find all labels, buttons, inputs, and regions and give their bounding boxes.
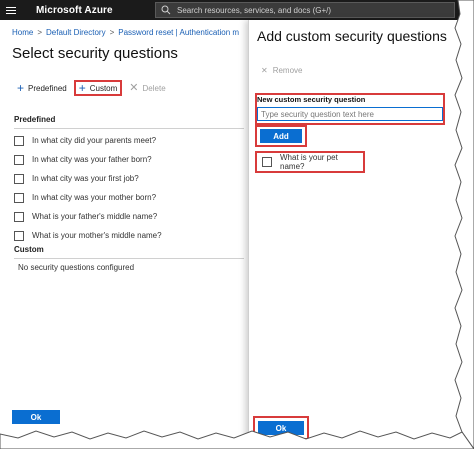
breadcrumb-separator-icon: > — [37, 28, 43, 37]
question-text: In what city was your father born? — [32, 155, 152, 164]
new-question-input[interactable] — [257, 107, 443, 121]
checkbox[interactable] — [14, 135, 24, 146]
question-text: What is your mother's middle name? — [32, 231, 162, 240]
close-icon: ✕ — [129, 81, 139, 94]
breadcrumb-password-reset[interactable]: Password reset | Authentication m — [118, 28, 239, 37]
add-button-highlight: Add — [255, 125, 307, 147]
custom-button[interactable]: + Custom — [73, 80, 123, 96]
checkbox[interactable] — [14, 154, 24, 165]
question-text: What is your father's middle name? — [32, 212, 158, 221]
delete-button-label: Delete — [142, 83, 166, 93]
plus-icon: + — [78, 81, 86, 95]
custom-button-label: Custom — [89, 83, 118, 93]
breadcrumb-default-directory[interactable]: Default Directory — [46, 28, 106, 37]
list-item[interactable]: In what city was your first job? — [14, 169, 244, 188]
question-text: In what city was your mother born? — [32, 193, 157, 202]
custom-heading: Custom — [14, 245, 244, 259]
custom-question-item[interactable]: What is your pet name? — [255, 151, 365, 173]
search-input[interactable]: Search resources, services, and docs (G+… — [155, 2, 455, 18]
page-title: Select security questions — [12, 45, 178, 62]
checkbox[interactable] — [14, 230, 24, 241]
list-item[interactable]: In what city was your mother born? — [14, 188, 244, 207]
azure-portal-window: Microsoft Azure Search resources, servic… — [0, 0, 474, 449]
panel-ok-button[interactable]: Ok — [258, 421, 304, 435]
question-text: In what city was your first job? — [32, 174, 139, 183]
close-icon: ✕ — [261, 66, 268, 75]
brand-title[interactable]: Microsoft Azure — [36, 5, 113, 16]
delete-button[interactable]: ✕ Delete — [126, 80, 168, 96]
predefined-heading: Predefined — [14, 115, 244, 129]
custom-question-text: What is your pet name? — [280, 153, 338, 171]
remove-button-label: Remove — [272, 66, 303, 75]
new-question-label: New custom security question — [257, 95, 366, 104]
plus-icon: + — [17, 81, 25, 95]
top-bar: Microsoft Azure Search resources, servic… — [0, 0, 474, 20]
ok-button-highlight: Ok — [253, 416, 309, 440]
add-button[interactable]: Add — [260, 129, 302, 143]
panel-title: Add custom security questions — [257, 28, 447, 44]
list-item[interactable]: What is your father's middle name? — [14, 207, 244, 226]
question-text: In what city did your parents meet? — [32, 136, 157, 145]
breadcrumb-separator-icon: > — [109, 28, 115, 37]
menu-icon[interactable] — [0, 0, 22, 20]
search-icon — [161, 5, 171, 15]
list-item[interactable]: What is your mother's middle name? — [14, 226, 244, 245]
remove-button[interactable]: ✕ Remove — [261, 66, 303, 75]
predefined-question-list: In what city did your parents meet? In w… — [14, 131, 244, 245]
checkbox[interactable] — [262, 157, 272, 167]
checkbox[interactable] — [14, 173, 24, 184]
breadcrumb-home[interactable]: Home — [12, 28, 33, 37]
empty-custom-message: No security questions configured — [18, 263, 135, 272]
predefined-button-label: Predefined — [28, 83, 67, 93]
predefined-button[interactable]: + Predefined — [14, 80, 70, 96]
list-item[interactable]: In what city did your parents meet? — [14, 131, 244, 150]
ok-button[interactable]: Ok — [12, 410, 60, 424]
breadcrumb: Home > Default Directory > Password rese… — [12, 28, 239, 37]
toolbar: + Predefined + Custom ✕ Delete — [14, 80, 169, 96]
add-custom-questions-panel: Add custom security questions ✕ Remove N… — [248, 20, 474, 449]
search-placeholder: Search resources, services, and docs (G+… — [177, 5, 332, 15]
checkbox[interactable] — [14, 211, 24, 222]
checkbox[interactable] — [14, 192, 24, 203]
list-item[interactable]: In what city was your father born? — [14, 150, 244, 169]
